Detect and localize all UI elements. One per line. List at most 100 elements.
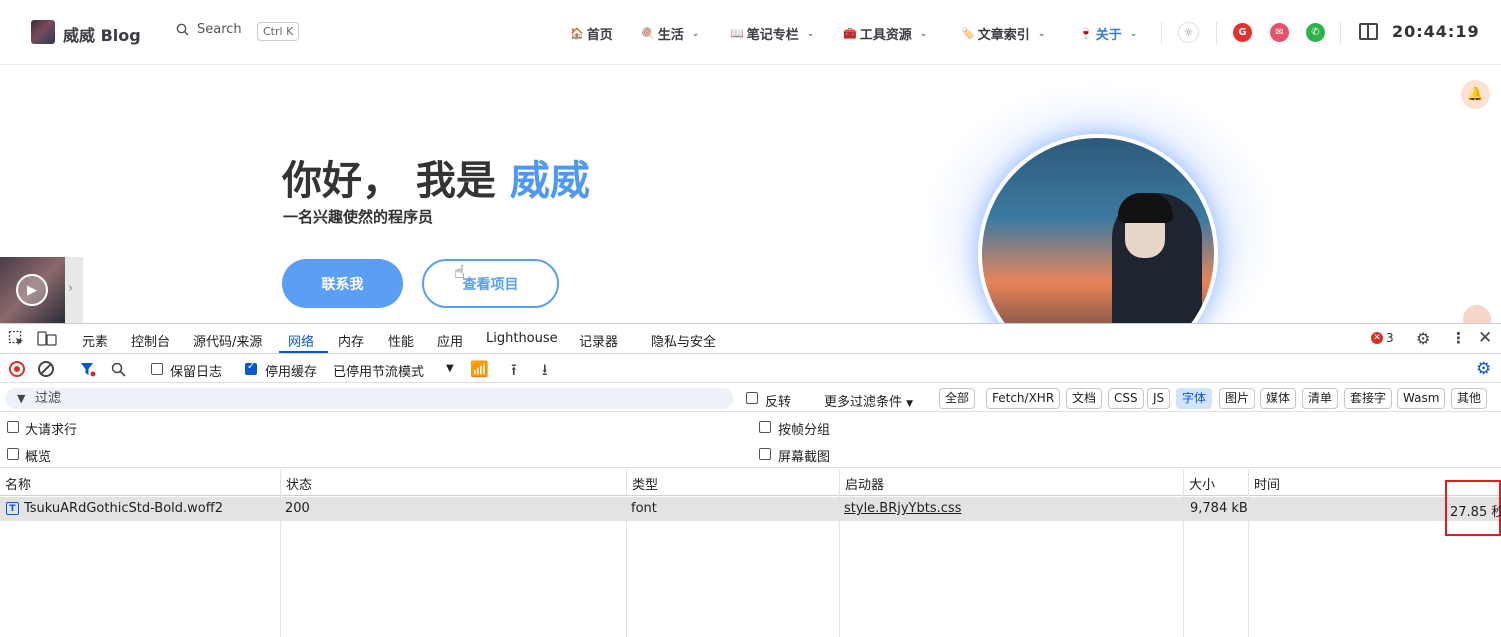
screenshots-checkbox[interactable] bbox=[759, 448, 771, 460]
search-button[interactable]: Search bbox=[176, 22, 242, 37]
filter-type-css[interactable]: CSS bbox=[1108, 388, 1144, 409]
nav-item-label: 生活 bbox=[657, 28, 684, 43]
email-icon[interactable]: ✉ bbox=[1270, 23, 1289, 42]
network-conditions-icon[interactable]: 📶 bbox=[470, 360, 489, 378]
more-filters-dropdown[interactable]: 更多过滤条件 ▼ bbox=[824, 391, 913, 410]
corner-mascot[interactable] bbox=[1463, 305, 1491, 323]
more-options-icon[interactable]: ⋮ bbox=[1451, 329, 1466, 347]
chevron-down-icon: ⌄ bbox=[1037, 28, 1046, 39]
divider bbox=[1340, 22, 1341, 44]
tab-sources[interactable]: 源代码/来源 bbox=[193, 331, 262, 350]
bell-icon[interactable]: 🔔 bbox=[1461, 80, 1490, 109]
filter-type-doc[interactable]: 文档 bbox=[1066, 388, 1103, 409]
device-toolbar-icon[interactable] bbox=[37, 330, 57, 347]
gear-icon[interactable]: ⚙ bbox=[1416, 329, 1430, 348]
column-divider[interactable] bbox=[626, 469, 627, 637]
error-count-badge[interactable]: ✕ 3 bbox=[1371, 331, 1394, 345]
music-mini-player[interactable]: ▶ › bbox=[0, 257, 83, 323]
sun-icon: ☼ bbox=[1183, 26, 1194, 39]
filter-type-socket[interactable]: 套接字 bbox=[1344, 388, 1393, 409]
filter-type-wasm[interactable]: Wasm bbox=[1397, 388, 1446, 409]
column-divider[interactable] bbox=[280, 469, 281, 637]
big-request-rows-checkbox[interactable] bbox=[7, 421, 19, 433]
column-divider[interactable] bbox=[1183, 469, 1184, 637]
column-header-type[interactable]: 类型 bbox=[627, 469, 840, 496]
filter-type-manifest[interactable]: 清单 bbox=[1302, 388, 1339, 409]
preserve-log-checkbox[interactable] bbox=[151, 363, 163, 375]
record-icon[interactable] bbox=[9, 361, 25, 377]
close-icon[interactable]: ✕ bbox=[1478, 328, 1492, 348]
tab-recorder[interactable]: 记录器 bbox=[579, 331, 618, 350]
column-divider[interactable] bbox=[1248, 469, 1249, 637]
nav-item-index[interactable]: 🏷️ 文章索引 ⌄ bbox=[961, 24, 1045, 43]
site-logo[interactable] bbox=[31, 20, 55, 44]
preserve-log-label: 保留日志 bbox=[170, 365, 223, 380]
network-toolbar: 保留日志 停用缓存 已停用节流模式 ▼ 📶 ⭱ ⭳ ⚙ bbox=[0, 355, 1501, 383]
network-settings-icon[interactable]: ⚙ bbox=[1476, 359, 1491, 379]
nav-item-about[interactable]: 🍷 关于 ⌄ bbox=[1079, 24, 1137, 43]
filter-type-fetch-xhr[interactable]: Fetch/XHR bbox=[986, 388, 1061, 409]
tab-memory[interactable]: 内存 bbox=[338, 331, 364, 350]
reading-mode-icon[interactable] bbox=[1359, 23, 1378, 40]
filter-type-all[interactable]: 全部 bbox=[939, 388, 976, 409]
filter-input[interactable]: ▼ 过滤 bbox=[5, 388, 733, 409]
hero-title: 你好， 我是 威威 bbox=[282, 148, 590, 206]
tab-performance[interactable]: 性能 bbox=[388, 331, 414, 350]
wechat-icon[interactable]: ✆ bbox=[1306, 23, 1325, 42]
group-by-frame-checkbox[interactable] bbox=[759, 421, 771, 433]
view-projects-button[interactable]: 查看项目 bbox=[422, 259, 559, 308]
download-icon[interactable]: ⭳ bbox=[542, 359, 548, 386]
column-header-initiator[interactable]: 启动器 bbox=[840, 469, 1184, 496]
tab-elements[interactable]: 元素 bbox=[82, 331, 108, 350]
caret-down-icon[interactable]: ▼ bbox=[446, 363, 454, 374]
filter-icon[interactable] bbox=[80, 362, 96, 377]
nav-item-life[interactable]: 🍭 生活 ⌄ bbox=[641, 24, 699, 43]
play-icon[interactable]: ▶ bbox=[16, 274, 48, 306]
filter-type-img[interactable]: 图片 bbox=[1219, 388, 1256, 409]
column-divider[interactable] bbox=[839, 469, 840, 637]
tab-network[interactable]: 网络 bbox=[288, 331, 314, 350]
tag-icon: 🏷️ bbox=[961, 27, 975, 40]
request-size: 9,784 kB bbox=[1190, 501, 1248, 516]
column-header-name[interactable]: 名称 bbox=[0, 469, 281, 496]
overview-checkbox[interactable] bbox=[7, 448, 19, 460]
request-initiator-link[interactable]: style.BRjyYbts.css bbox=[844, 501, 961, 516]
big-request-rows-label: 大请求行 bbox=[25, 423, 78, 438]
filter-type-js[interactable]: JS bbox=[1147, 388, 1171, 409]
tab-lighthouse[interactable]: Lighthouse bbox=[486, 331, 558, 346]
inspect-element-icon[interactable] bbox=[8, 330, 25, 347]
upload-icon[interactable]: ⭱ bbox=[511, 359, 517, 386]
site-name[interactable]: 威威 Blog bbox=[63, 22, 141, 46]
tab-console[interactable]: 控制台 bbox=[131, 331, 170, 350]
filter-type-font[interactable]: 字体 bbox=[1176, 388, 1213, 409]
invert-checkbox[interactable] bbox=[746, 392, 758, 404]
clear-icon[interactable] bbox=[38, 361, 54, 377]
nav-item-label: 关于 bbox=[1095, 28, 1122, 43]
nav-item-home[interactable]: 🏠 首页 bbox=[570, 24, 613, 43]
throttling-select[interactable]: 已停用节流模式 bbox=[333, 361, 424, 380]
nav-item-notes[interactable]: 📖 笔记专栏 ⌄ bbox=[730, 24, 814, 43]
request-name[interactable]: TsukuARdGothicStd-Bold.woff2 bbox=[24, 501, 223, 516]
more-filters-label: 更多过滤条件 bbox=[824, 395, 903, 410]
nav-item-tools[interactable]: 🧰 工具资源 ⌄ bbox=[843, 24, 927, 43]
column-header-size[interactable]: 大小 bbox=[1184, 469, 1249, 496]
column-header-status[interactable]: 状态 bbox=[281, 469, 627, 496]
tab-application[interactable]: 应用 bbox=[437, 331, 463, 350]
nav-item-label: 首页 bbox=[586, 28, 613, 43]
theme-toggle-button[interactable]: ☼ bbox=[1178, 22, 1199, 43]
filter-type-other[interactable]: 其他 bbox=[1451, 388, 1488, 409]
chevron-right-icon[interactable]: › bbox=[68, 281, 73, 296]
hero-greeting: 你好， 我是 bbox=[282, 158, 510, 204]
chevron-down-icon: ⌄ bbox=[1129, 28, 1138, 39]
funnel-icon: ▼ bbox=[17, 392, 26, 405]
search-icon[interactable] bbox=[111, 362, 126, 377]
table-row[interactable]: T TsukuARdGothicStd-Bold.woff2 200 font … bbox=[0, 497, 1501, 521]
disable-cache-checkbox[interactable] bbox=[245, 361, 257, 375]
clock: 20:44:19 bbox=[1392, 22, 1480, 41]
home-icon: 🏠 bbox=[570, 27, 584, 40]
tab-privacy-security[interactable]: 隐私与安全 bbox=[651, 331, 716, 350]
gitee-icon[interactable]: G bbox=[1233, 23, 1252, 42]
filter-type-media[interactable]: 媒体 bbox=[1260, 388, 1297, 409]
search-shortcut: Ctrl K bbox=[257, 22, 300, 41]
contact-button[interactable]: 联系我 bbox=[282, 259, 403, 308]
